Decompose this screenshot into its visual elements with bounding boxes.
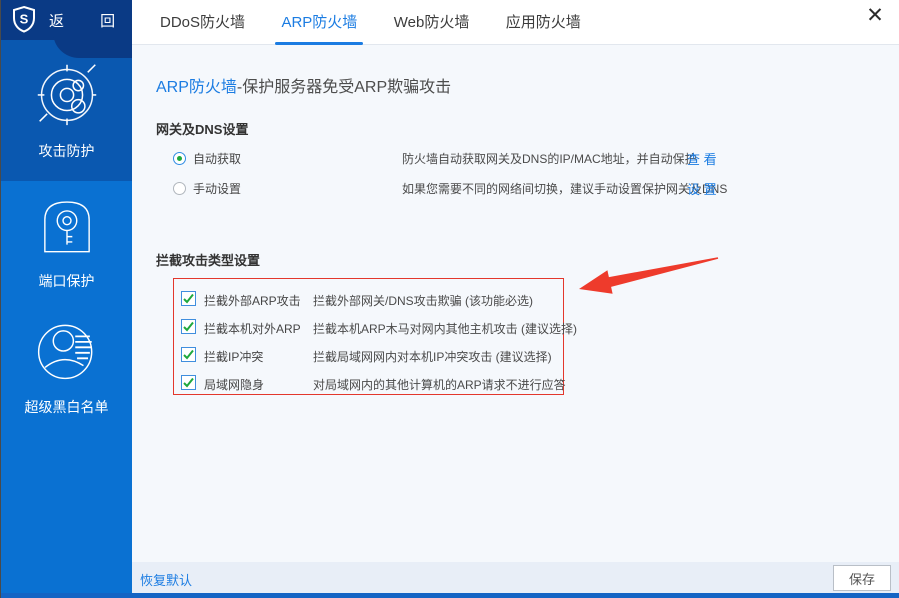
sidebar-item-attack-protection[interactable]: 攻击防护 (1, 40, 132, 181)
checkbox-ip-conflict[interactable] (181, 347, 196, 365)
sidebar-item-super-list[interactable]: 超级黑白名单 (1, 305, 132, 430)
radar-icon (34, 61, 100, 127)
checkbox-description: 拦截外部网关/DNS攻击欺骗 (该功能必选) (313, 292, 533, 309)
page-title-highlight: ARP防火墙 (156, 79, 237, 96)
page-title: ARP防火墙-保护服务器免受ARP欺骗攻击 (156, 73, 451, 97)
annotation-highlight-box: 拦截外部ARP攻击 拦截外部网关/DNS攻击欺骗 (该功能必选) 拦截本机对外A… (173, 278, 564, 395)
view-link[interactable]: 查 看 (687, 149, 717, 168)
checkbox-description: 拦截局域网网内对本机IP冲突攻击 (建议选择) (313, 348, 552, 365)
checkbox-lan-stealth[interactable] (181, 375, 196, 393)
setup-link[interactable]: 设 置 (687, 179, 717, 198)
checkbox-description: 对局域网内的其他计算机的ARP请求不进行应答 (313, 376, 566, 393)
tab-ddos-firewall[interactable]: DDoS防火墙 (160, 0, 245, 45)
radio-auto-acquire[interactable] (173, 152, 186, 165)
sidebar-item-label: 超级黑白名单 (25, 397, 109, 417)
radio-label: 手动设置 (193, 180, 265, 197)
tab-bar: DDoS防火墙 ARP防火墙 Web防火墙 应用防火墙 ✕ (132, 0, 899, 45)
restore-defaults-link[interactable]: 恢复默认 (140, 570, 192, 589)
checkbox-label: 拦截本机对外ARP (204, 320, 314, 337)
gateway-dns-heading: 网关及DNS设置 (156, 119, 248, 138)
option-manual-setting: 手动设置 如果您需要不同的网络间切换，建议手动设置保护网关及DNS 设 置 (173, 178, 265, 198)
sidebar-item-port-protection[interactable]: 端口保护 (1, 181, 132, 305)
sidebar-header: S 返 回 (1, 0, 132, 40)
tab-web-firewall[interactable]: Web防火墙 (394, 0, 470, 45)
checkbox-external-arp[interactable] (181, 291, 196, 309)
checkbox-label: 局域网隐身 (204, 376, 314, 393)
radio-label: 自动获取 (193, 150, 265, 167)
checkbox-label: 拦截外部ARP攻击 (204, 292, 314, 309)
tab-arp-firewall[interactable]: ARP防火墙 (281, 0, 357, 45)
checkbox-row-ip-conflict: 拦截IP冲突 拦截局域网网内对本机IP冲突攻击 (建议选择) (181, 342, 563, 370)
save-button[interactable]: 保存 (833, 565, 891, 591)
checkbox-local-arp[interactable] (181, 319, 196, 337)
key-icon (36, 195, 98, 257)
checkbox-description: 拦截本机ARP木马对网内其他主机攻击 (建议选择) (313, 320, 577, 337)
checkbox-row-lan-stealth: 局域网隐身 对局域网内的其他计算机的ARP请求不进行应答 (181, 370, 563, 398)
app-window: 攻击防护 端口保护 超级黑白 (0, 0, 899, 598)
checkbox-row-local-arp: 拦截本机对外ARP 拦截本机ARP木马对网内其他主机攻击 (建议选择) (181, 314, 563, 342)
window-bottom-border (1, 593, 899, 598)
sidebar-item-label: 攻击防护 (39, 141, 95, 161)
option-auto-acquire: 自动获取 防火墙自动获取网关及DNS的IP/MAC地址，并自动保护 查 看 (173, 148, 265, 168)
radio-description: 如果您需要不同的网络间切换，建议手动设置保护网关及DNS (402, 180, 727, 197)
user-list-icon (35, 319, 99, 383)
checkbox-row-external-arp: 拦截外部ARP攻击 拦截外部网关/DNS攻击欺骗 (该功能必选) (181, 286, 563, 314)
main-panel: DDoS防火墙 ARP防火墙 Web防火墙 应用防火墙 ✕ ARP防火墙-保护服… (132, 0, 899, 598)
back-button[interactable]: 返 回 (49, 10, 131, 31)
sidebar-item-label: 端口保护 (39, 271, 95, 291)
logo-letter: S (20, 12, 29, 27)
checkbox-label: 拦截IP冲突 (204, 348, 314, 365)
radio-description: 防火墙自动获取网关及DNS的IP/MAC地址，并自动保护 (402, 150, 697, 167)
sidebar: 攻击防护 端口保护 超级黑白 (1, 0, 132, 593)
shield-logo-icon: S (11, 5, 37, 33)
content-area: ARP防火墙-保护服务器免受ARP欺骗攻击 网关及DNS设置 自动获取 防火墙自… (132, 45, 899, 562)
close-icon[interactable]: ✕ (861, 2, 889, 30)
page-title-rest: -保护服务器免受ARP欺骗攻击 (237, 79, 451, 96)
intercept-type-heading: 拦截攻击类型设置 (156, 250, 260, 269)
tab-app-firewall[interactable]: 应用防火墙 (506, 0, 581, 45)
footer-bar: 恢复默认 保存 (132, 562, 899, 593)
radio-manual-setting[interactable] (173, 182, 186, 195)
